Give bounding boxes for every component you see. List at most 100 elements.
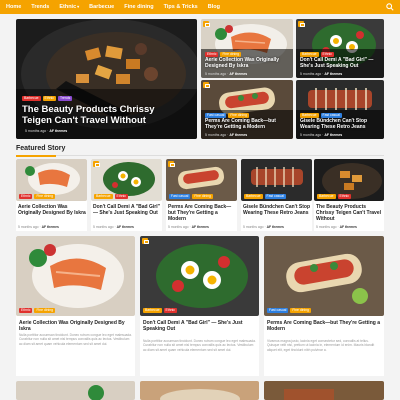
post-thumbnail[interactable] xyxy=(264,236,384,316)
post-meta: 5 months ago · AF themes xyxy=(243,225,284,229)
nav-item-ethnic-label: Ethnic xyxy=(59,4,77,10)
top-grid-post[interactable]: Ethnic Fine dining Aerie Collection Was … xyxy=(201,19,293,78)
nav-item-home[interactable]: Home xyxy=(6,4,21,10)
section-divider xyxy=(16,154,384,157)
post-author[interactable]: AF themes xyxy=(192,225,209,229)
category-badge[interactable]: Ethnic xyxy=(114,194,128,200)
salmon-image xyxy=(16,236,135,316)
camera-icon xyxy=(168,161,175,168)
post-author[interactable]: AF themes xyxy=(324,72,342,76)
post-thumbnail[interactable] xyxy=(264,381,384,400)
post-meta: 5 months ago · AF themes xyxy=(18,225,59,229)
hero-title[interactable]: The Beauty Products Chrissy Teigen Can't… xyxy=(22,104,187,127)
post-author[interactable]: AF themes xyxy=(42,225,59,229)
nav-item-fine-dining[interactable]: Fine dining xyxy=(124,4,153,10)
nav-item-tips-tricks[interactable]: Tips & Tricks xyxy=(164,4,198,10)
post-excerpt: Nulla porttitor accumsan tincidunt. Done… xyxy=(19,333,132,346)
top-grid-post[interactable]: Barbecue Fast casual Gisele Bündchen Can… xyxy=(296,80,384,139)
featured-card[interactable]: Barbecue Ethnic Don't Call Demi A "Bad Gi… xyxy=(91,159,162,231)
featured-card[interactable]: Barbecue Fast casual Gisele Bündchen Can'… xyxy=(241,159,312,231)
large-post-card[interactable]: Barbecue Ethnic Don't Call Demi A "Bad Gi… xyxy=(140,236,259,376)
category-badge[interactable]: Fine dining xyxy=(34,308,56,314)
post-time: 5 months ago xyxy=(205,72,227,76)
category-badge[interactable]: Barbecue xyxy=(22,96,41,102)
post-meta: 5 months ago · AF themes xyxy=(205,72,248,76)
post-title[interactable]: Aerie Collection Was Originally Designed… xyxy=(18,204,86,216)
featured-card[interactable]: Fast casual Fine dining Perms Are Coming … xyxy=(166,159,237,231)
post-meta: 5 months ago · AF themes xyxy=(316,225,357,229)
post-author[interactable]: AF themes xyxy=(117,225,134,229)
post-title[interactable]: Aerie Collection Was Originally Designed… xyxy=(205,57,291,70)
category-badge[interactable]: Fast casual xyxy=(264,194,286,200)
food-image xyxy=(140,381,259,400)
camera-icon xyxy=(298,21,305,28)
category-badge[interactable]: Ethnic xyxy=(19,308,33,314)
post-title[interactable]: Perms Are Coming Back—but They're Gettin… xyxy=(168,204,236,222)
featured-card[interactable]: Ethnic Fine dining Aerie Collection Was O… xyxy=(16,159,87,231)
category-badge[interactable]: Barbecue xyxy=(317,194,336,200)
post-author[interactable]: AF themes xyxy=(229,133,247,137)
main-navigation: Home Trends Ethnic▾ Barbecue Fine dining… xyxy=(0,0,400,14)
post-meta: 5 months ago · AF themes xyxy=(300,72,343,76)
search-icon[interactable] xyxy=(386,3,394,11)
category-badge[interactable]: Fine dining xyxy=(290,308,311,314)
post-author[interactable]: AF themes xyxy=(267,225,284,229)
category-badge[interactable]: Fast casual xyxy=(169,194,191,200)
top-grid-post[interactable]: Fast casual Fine dining Perms Are Coming… xyxy=(201,80,293,139)
post-title[interactable]: The Beauty Products Chrissy Teigen Can't… xyxy=(316,204,383,222)
post-time: 5 months ago xyxy=(205,133,227,137)
post-thumbnail[interactable] xyxy=(140,236,259,316)
egg-salad-image xyxy=(140,236,259,316)
category-badge[interactable]: Ethnic xyxy=(19,194,33,200)
post-title[interactable]: Gisele Bündchen Can't Stop Wearing These… xyxy=(300,118,382,131)
post-title[interactable]: Don't Call Demi A "Bad Girl" — She's Jus… xyxy=(300,57,382,70)
chevron-down-icon: ▾ xyxy=(77,4,80,9)
post-title[interactable]: Perms Are Coming Back—but They're Gettin… xyxy=(267,320,382,332)
large-post-card[interactable]: Fast casual Fine dining Perms Are Coming … xyxy=(264,236,384,376)
post-time: 5 months ago xyxy=(243,225,264,229)
section-heading: Featured Story xyxy=(16,145,66,152)
category-badge[interactable]: Ethnic xyxy=(337,194,351,200)
category-badge[interactable]: Trends xyxy=(57,96,73,102)
nav-item-trends[interactable]: Trends xyxy=(31,4,49,10)
post-author[interactable]: AF themes xyxy=(49,129,67,133)
nav-item-ethnic[interactable]: Ethnic▾ xyxy=(59,4,79,10)
category-badge[interactable]: Ethnic xyxy=(163,308,177,314)
category-badge[interactable]: Barbecue xyxy=(244,194,263,200)
post-author[interactable]: AF themes xyxy=(229,72,247,76)
post-time: 5 months ago xyxy=(25,129,47,133)
post-meta: 5 months ago · AF themes xyxy=(25,129,68,133)
post-meta: 5 months ago · AF themes xyxy=(300,133,343,137)
post-title[interactable]: Gisele Bündchen Can't Stop Wearing These… xyxy=(243,204,311,216)
nav-item-blog[interactable]: Blog xyxy=(208,4,220,10)
post-thumbnail[interactable] xyxy=(140,381,259,400)
post-thumbnail[interactable] xyxy=(16,236,135,316)
category-badge[interactable]: Ethnic xyxy=(42,96,56,102)
post-author[interactable]: AF themes xyxy=(324,133,342,137)
category-badge[interactable]: Fine dining xyxy=(192,194,213,200)
post-thumbnail[interactable] xyxy=(16,381,135,400)
category-badge[interactable]: Barbecue xyxy=(94,194,113,200)
post-time: 5 months ago xyxy=(168,225,189,229)
food-image xyxy=(264,381,384,400)
post-title[interactable]: Don't Call Demi A "Bad Girl" — She's Jus… xyxy=(93,204,161,216)
post-title[interactable]: Perms Are Coming Back—but They're Gettin… xyxy=(205,118,291,131)
featured-card[interactable]: Barbecue Ethnic The Beauty Products Chris… xyxy=(314,159,384,231)
post-meta: 5 months ago · AF themes xyxy=(205,133,248,137)
category-badge[interactable]: Fine dining xyxy=(34,194,56,200)
camera-icon xyxy=(142,238,149,245)
post-title[interactable]: Aerie Collection Was Originally Designed… xyxy=(19,320,133,332)
post-time: 5 months ago xyxy=(18,225,39,229)
post-author[interactable]: AF themes xyxy=(340,225,357,229)
category-badge[interactable]: Fast casual xyxy=(267,308,289,314)
nav-item-barbecue[interactable]: Barbecue xyxy=(89,4,114,10)
large-post-card[interactable]: Ethnic Fine dining Aerie Collection Was O… xyxy=(16,236,135,376)
wrap-image xyxy=(264,236,384,316)
top-grid-post[interactable]: Barbecue Ethnic Don't Call Demi A "Bad G… xyxy=(296,19,384,78)
camera-icon xyxy=(93,161,100,168)
category-badge[interactable]: Barbecue xyxy=(143,308,162,314)
post-title[interactable]: Don't Call Demi A "Bad Girl" — She's Jus… xyxy=(143,320,257,332)
hero-post[interactable]: Barbecue Ethnic Trends The Beauty Produc… xyxy=(16,19,197,139)
post-time: 5 months ago xyxy=(300,133,322,137)
post-excerpt: Nulla porttitor accumsan tincidunt. Done… xyxy=(143,339,256,352)
